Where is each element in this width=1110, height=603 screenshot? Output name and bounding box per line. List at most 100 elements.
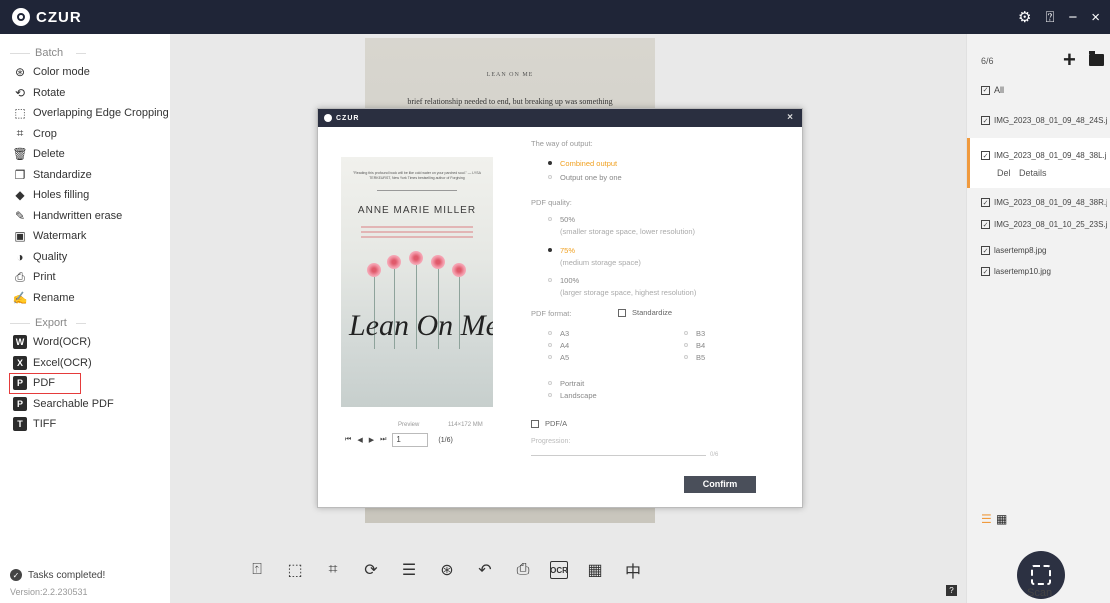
delete-file-link[interactable]: Del [997, 168, 1011, 178]
split-icon[interactable]: ⍐ [246, 559, 268, 581]
combined-output-radio[interactable]: Combined output [548, 159, 617, 168]
gear-icon[interactable]: ⚙ [1018, 8, 1031, 26]
file-item[interactable]: ✓ lasertemp8.jpg [981, 246, 1107, 255]
standardize-checkbox[interactable]: Standardize [618, 308, 672, 317]
rotate-icon[interactable]: ⟳ [360, 559, 382, 581]
file-item[interactable]: ✓ IMG_2023_08_01_10_25_23S.jpg [981, 220, 1107, 229]
page-number-input[interactable]: 1 [392, 433, 429, 447]
trash-icon: 🗑 [12, 147, 28, 162]
qr-icon[interactable]: ▦ [584, 559, 606, 581]
checkbox-checked-icon[interactable]: ✓ [981, 220, 990, 229]
pdfa-checkbox[interactable]: PDF/A [531, 419, 567, 428]
format-a5-radio[interactable]: A5 [548, 353, 569, 362]
format-a3-radio[interactable]: A3 [548, 329, 569, 338]
help-icon[interactable]: ⍰ [1045, 9, 1054, 26]
close-button[interactable]: × [1091, 9, 1100, 26]
checkbox-checked-icon[interactable]: ✓ [981, 116, 990, 125]
sidebar-item-word-ocr[interactable]: W Word(OCR) [0, 332, 170, 353]
orientation-landscape-radio[interactable]: Landscape [548, 391, 597, 400]
ocr-icon[interactable]: OCR [550, 561, 568, 579]
color-icon[interactable]: ⊛ [436, 559, 458, 581]
radio-dot-icon [548, 381, 552, 385]
checkbox-checked-icon[interactable]: ✓ [981, 198, 990, 207]
radio-dot-icon [548, 278, 552, 282]
file-item-selected[interactable]: ✓ IMG_2023_08_01_09_48_38L.jpg [981, 151, 1107, 160]
sidebar-item-searchable-pdf[interactable]: P Searchable PDF [0, 394, 170, 415]
quality-100-radio[interactable]: 100% (larger storage space, highest resol… [548, 276, 696, 297]
sidebar-item-rename[interactable]: ✍ Rename [0, 288, 170, 309]
eraser-icon: ✎ [14, 208, 26, 223]
prev-page-icon[interactable]: ◀ [357, 436, 362, 444]
select-icon[interactable]: ⬚ [284, 559, 306, 581]
orientation-portrait-radio[interactable]: Portrait [548, 379, 584, 388]
folder-icon[interactable] [1089, 51, 1104, 66]
crop-icon[interactable]: ⌗ [322, 559, 344, 581]
checkbox-icon [531, 419, 539, 428]
help-icon[interactable]: ? [946, 585, 957, 596]
quality-icon: ◑ [16, 249, 24, 264]
confirm-button[interactable]: Confirm [684, 476, 756, 493]
page-preview-image: "Reading this profound book will be like… [341, 157, 493, 407]
file-item[interactable]: ✓ lasertemp10.jpg [981, 267, 1107, 276]
rotate-icon: ⟲ [14, 85, 26, 100]
document-running-head: LEAN ON ME [486, 72, 534, 78]
undo-icon[interactable]: ↶ [474, 559, 496, 581]
sidebar-item-delete[interactable]: 🗑 Delete [0, 144, 170, 165]
sidebar-item-handwritten-erase[interactable]: ✎ Handwritten erase [0, 206, 170, 227]
quality-75-radio[interactable]: 75% (medium storage space) [548, 246, 641, 267]
sidebar-item-quality[interactable]: ◑ Quality [0, 247, 170, 268]
adjust-icon[interactable]: ☰ [398, 559, 420, 581]
output-one-by-one-radio[interactable]: Output one by one [548, 173, 622, 182]
checkbox-checked-icon[interactable]: ✓ [981, 246, 990, 255]
standardize-icon: ❐ [14, 167, 26, 182]
window-controls: ⚙ ⍰ − × [1018, 0, 1100, 34]
format-b3-radio[interactable]: B3 [684, 329, 705, 338]
cover-divider [377, 190, 457, 191]
bottom-toolbar: ⍐ ⬚ ⌗ ⟳ ☰ ⊛ ↶ ⎙ OCR ▦ 中 [246, 555, 644, 585]
preview-size: 114×172 MM [448, 422, 483, 428]
add-icon[interactable]: + [1063, 47, 1076, 73]
file-item[interactable]: ✓ IMG_2023_08_01_09_48_38R.jpg [981, 198, 1107, 207]
file-item[interactable]: ✓ IMG_2023_08_01_09_48_24S.jpg [981, 116, 1107, 125]
center-icon[interactable]: 中 [622, 559, 644, 581]
dialog-close-button[interactable]: × [787, 112, 794, 123]
checkbox-checked-icon[interactable]: ✓ [981, 267, 990, 276]
task-status: ✓ Tasks completed! [10, 569, 105, 581]
checkbox-checked-icon[interactable]: ✓ [981, 151, 990, 160]
sidebar-item-crop[interactable]: ⌗ Crop [0, 124, 170, 145]
page-navigator: ⏮ ◀ ▶ ⏭ 1 (1/6) [345, 433, 453, 447]
radio-dot-icon [548, 175, 552, 179]
scan-icon [1031, 565, 1051, 585]
sidebar-item-excel-ocr[interactable]: X Excel(OCR) [0, 353, 170, 374]
title-bar: CZUR ⚙ ⍰ − × [0, 0, 1110, 34]
select-all-checkbox[interactable]: ✓ All [981, 85, 1004, 95]
searchable-pdf-icon: P [13, 396, 27, 411]
print-icon[interactable]: ⎙ [512, 559, 534, 581]
format-a4-radio[interactable]: A4 [548, 341, 569, 350]
list-view-icon[interactable]: ☰ [981, 512, 992, 526]
sidebar-item-rotate[interactable]: ⟲ Rotate [0, 83, 170, 104]
next-page-icon[interactable]: ▶ [369, 436, 374, 444]
format-b4-radio[interactable]: B4 [684, 341, 705, 350]
sidebar-item-tiff[interactable]: T TIFF [0, 414, 170, 435]
quality-50-radio[interactable]: 50% (smaller storage space, lower resolut… [548, 215, 695, 236]
cover-title: Lean On Me [349, 309, 493, 342]
file-details-link[interactable]: Details [1019, 168, 1047, 178]
sidebar-item-print[interactable]: ⎙ Print [0, 267, 170, 288]
format-b5-radio[interactable]: B5 [684, 353, 705, 362]
minimize-button[interactable]: − [1068, 9, 1077, 26]
cover-subtitle-lines [361, 223, 473, 239]
sidebar-item-watermark[interactable]: ▣ Watermark [0, 226, 170, 247]
sidebar-item-holes-filling[interactable]: ◆ Holes filling [0, 185, 170, 206]
sidebar-item-pdf[interactable]: P PDF [9, 373, 81, 394]
first-page-icon[interactable]: ⏮ [345, 436, 351, 444]
grid-view-icon[interactable]: ▦ [996, 512, 1007, 526]
sidebar-item-color-mode[interactable]: ⊛ Color mode [0, 62, 170, 83]
radio-dot-icon [548, 355, 552, 359]
checkbox-checked-icon: ✓ [981, 85, 990, 95]
pdf-format-label: PDF format: [531, 309, 572, 318]
crop-icon: ⌗ [16, 126, 24, 141]
last-page-icon[interactable]: ⏭ [380, 436, 386, 444]
sidebar-item-standardize[interactable]: ❐ Standardize [0, 165, 170, 186]
sidebar-item-overlapping-edge-cropping[interactable]: ⬚ Overlapping Edge Cropping [0, 103, 170, 124]
